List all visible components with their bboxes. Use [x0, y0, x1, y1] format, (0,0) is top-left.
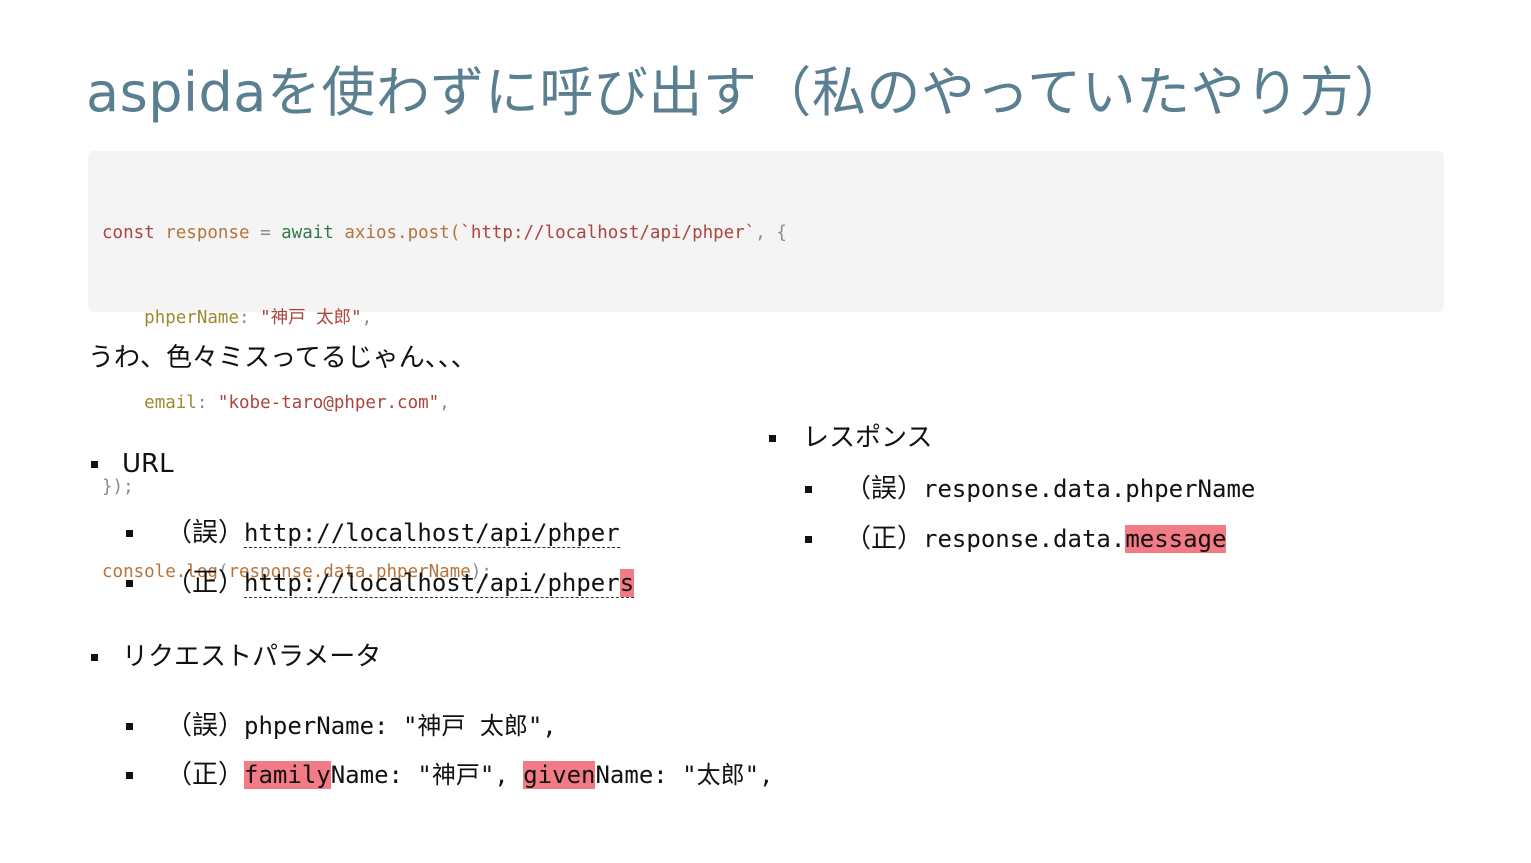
code-await: await: [281, 223, 334, 244]
code-block: const response = await axios.post(`http:…: [88, 151, 1444, 582]
list-item-response-right: （正）response.data.message: [845, 521, 1227, 557]
code-operator: =: [249, 223, 282, 244]
slide-title: aspidaを使わずに呼び出す（私のやっていたやり方）: [86, 61, 1409, 124]
url-highlight: s: [619, 569, 635, 597]
list-item-response: レスポンス: [803, 423, 933, 453]
param-tail: Name: "太郎",: [595, 761, 774, 789]
code-property: email: [144, 392, 197, 413]
highlight-given: given: [523, 761, 596, 789]
code-line-3: email: "kobe-taro@phper.com",: [102, 389, 1430, 417]
wrong-prefix: （誤）: [166, 518, 245, 548]
wrong-url-link[interactable]: http://localhost/api/phper: [244, 519, 620, 548]
list-item-params: リクエストパラメータ: [122, 642, 382, 672]
bullet-icon: [769, 435, 776, 442]
wrong-response-text: response.data.phperName: [923, 475, 1256, 503]
right-url-link[interactable]: http://localhost/api/phpers: [244, 569, 635, 598]
response-base: response.data.: [923, 525, 1126, 553]
wrong-param-text: phperName: "神戸 太郎",: [244, 712, 557, 740]
code-punct: , {: [755, 223, 787, 244]
highlight-family: family: [244, 761, 331, 789]
list-item-url-right: （正）http://localhost/api/phpers: [166, 565, 635, 601]
bullet-icon: [126, 723, 133, 730]
list-item-url-wrong: （誤）http://localhost/api/phper: [166, 515, 620, 551]
code-line-2: phperName: "神戸 太郎",: [102, 304, 1430, 332]
bullet-icon: [91, 461, 98, 468]
right-prefix: （正）: [845, 524, 924, 554]
code-punct: :: [196, 392, 218, 413]
code-string: "神戸 太郎": [260, 308, 362, 328]
bullet-icon: [91, 654, 98, 661]
code-variable: response: [165, 223, 250, 244]
highlight-message: message: [1125, 525, 1227, 553]
bullet-icon: [126, 580, 133, 587]
bullet-icon: [805, 486, 812, 493]
right-prefix: （正）: [166, 568, 245, 598]
comment-text: うわ、色々ミスってるじゃん、、、: [88, 343, 477, 373]
right-prefix: （正）: [166, 760, 245, 790]
code-string: `http://localhost/api/phper`: [460, 223, 756, 244]
wrong-prefix: （誤）: [845, 474, 924, 504]
list-item-params-right: （正）familyName: "神戸", givenName: "太郎",: [166, 757, 774, 793]
code-property: phperName: [144, 308, 239, 328]
code-line-1: const response = await axios.post(`http:…: [102, 219, 1430, 247]
wrong-prefix: （誤）: [166, 711, 245, 741]
bullet-icon: [805, 536, 812, 543]
code-function: axios.post(: [344, 223, 461, 244]
bullet-icon: [126, 772, 133, 779]
url-base: http://localhost/api/phper: [244, 569, 620, 597]
code-keyword: const: [102, 223, 155, 244]
list-item-url: URL: [122, 449, 174, 479]
code-string: "kobe-taro@phper.com": [217, 392, 440, 413]
code-punct: :: [238, 308, 261, 328]
code-punct: ,: [361, 308, 373, 328]
bullet-icon: [126, 530, 133, 537]
list-item-response-wrong: （誤）response.data.phperName: [845, 471, 1255, 507]
code-punct: ,: [439, 392, 450, 413]
list-item-params-wrong: （誤）phperName: "神戸 太郎",: [166, 708, 557, 744]
param-mid: Name: "神戸",: [330, 761, 524, 789]
